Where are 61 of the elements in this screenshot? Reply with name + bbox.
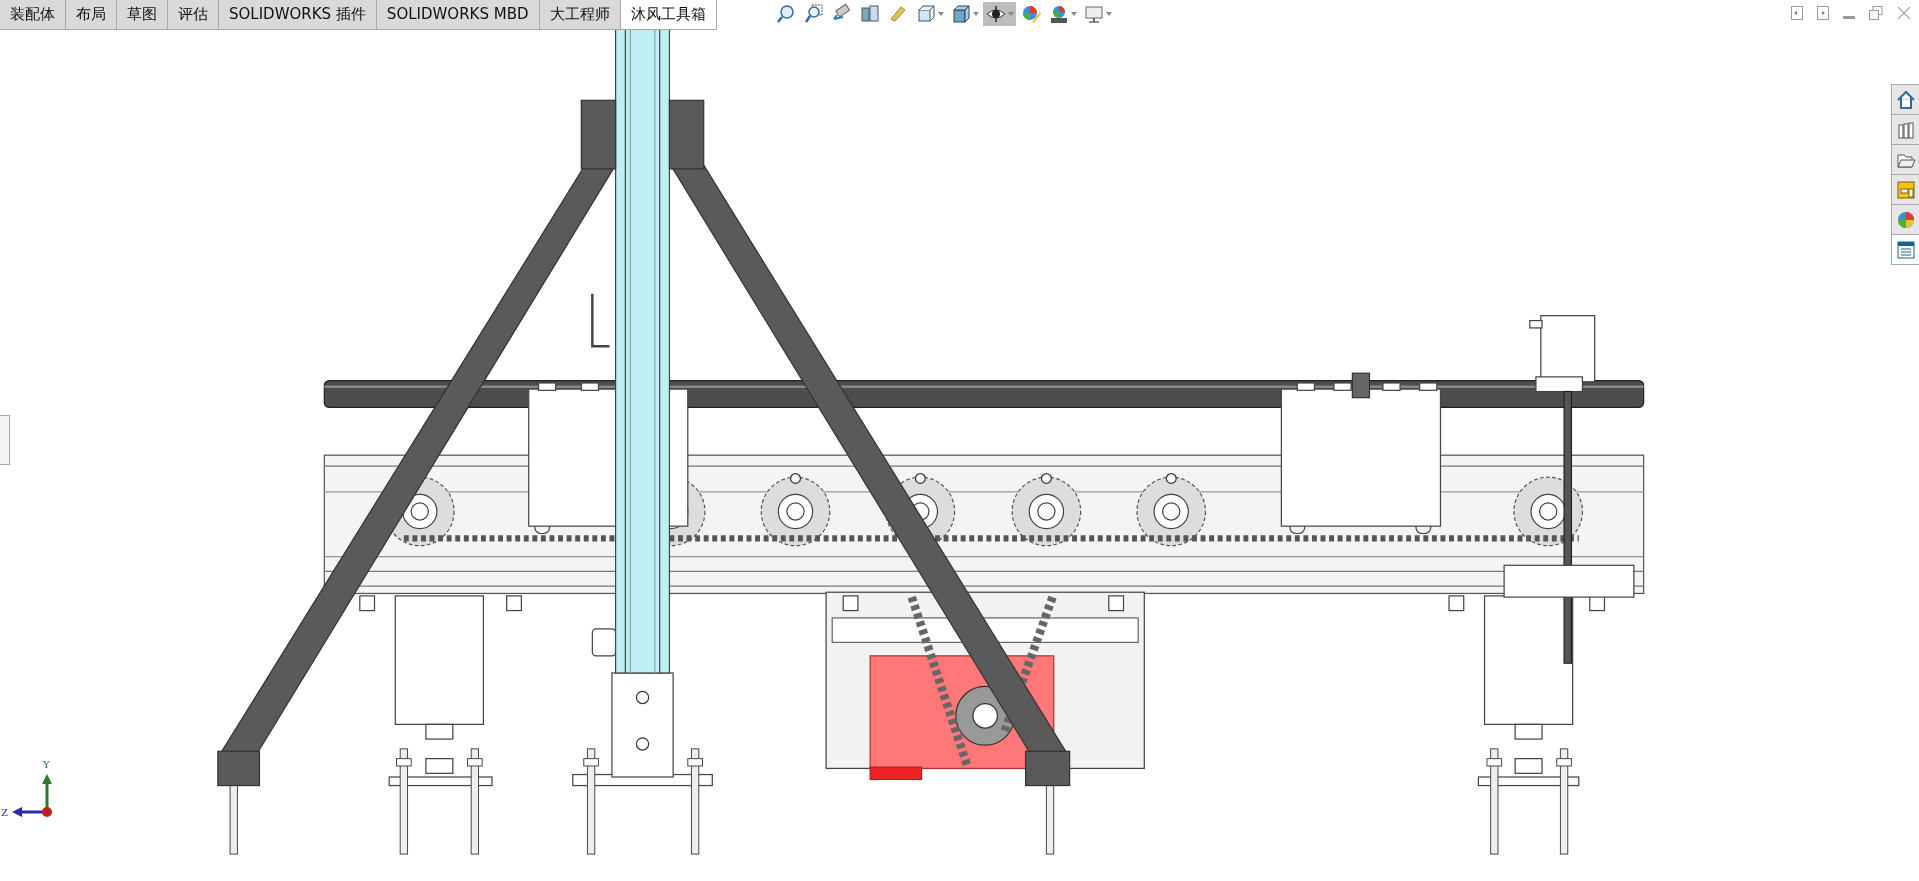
restore-icon[interactable] <box>1869 6 1883 20</box>
ribbon-tab[interactable]: 沐风工具箱 <box>620 0 717 30</box>
rail-clip <box>1333 382 1352 391</box>
sprocket <box>1011 476 1082 547</box>
color-ball-icon <box>1895 209 1916 230</box>
panel-handle[interactable] <box>0 415 10 465</box>
rail-clip <box>580 382 600 391</box>
rail-clip <box>1296 382 1316 391</box>
ribbon-tab[interactable]: 草图 <box>117 0 168 30</box>
leg-mount-block <box>580 99 617 170</box>
hex-nut <box>1448 595 1465 612</box>
axis-triad-icon <box>12 774 52 817</box>
hex-nut <box>359 595 376 612</box>
frame-hole <box>790 472 801 484</box>
caret-icon <box>1070 12 1077 16</box>
zoom-fit-icon <box>776 5 794 23</box>
sprocket <box>1136 476 1207 547</box>
zoom-area-icon <box>804 4 822 23</box>
close-icon[interactable] <box>1897 6 1911 20</box>
toolbar-button[interactable] <box>982 2 1016 26</box>
palette-grid-icon <box>1895 179 1916 200</box>
cube-icon <box>918 5 934 22</box>
caret-icon <box>972 12 979 16</box>
leg-foot <box>1025 750 1071 787</box>
hex-nut <box>1108 595 1125 612</box>
shaded-cube-icon <box>953 5 969 23</box>
ribbon-tab[interactable]: SOLIDWORKS MBD <box>376 0 540 30</box>
hex-nut <box>506 595 522 612</box>
hook-bracket <box>591 293 610 348</box>
ribbon-tab[interactable]: SOLIDWORKS 插件 <box>219 0 377 30</box>
home-icon <box>1895 89 1916 110</box>
eye-icon <box>986 5 1005 23</box>
monitor-icon <box>1085 6 1102 23</box>
caret-icon <box>1007 12 1014 16</box>
tile-left-icon[interactable] <box>1791 6 1803 20</box>
leg-mount-block <box>668 99 705 170</box>
frame-hole <box>1040 472 1052 484</box>
rail-clip <box>1382 382 1401 391</box>
hex-nut <box>842 595 859 612</box>
axis-label: Z <box>1 807 8 818</box>
ribbon-tab[interactable]: 大工程师 <box>539 0 621 30</box>
caret-icon <box>1105 12 1112 16</box>
frame-hole <box>1165 472 1177 484</box>
tile-right-icon[interactable] <box>1817 6 1829 20</box>
rail-clip <box>1419 382 1438 391</box>
ribbon-tab[interactable]: 布局 <box>66 0 117 30</box>
caret-icon <box>937 12 944 16</box>
rail-clip <box>537 382 557 391</box>
ribbon-tab[interactable]: 装配体 <box>0 0 66 30</box>
color-ball-icon <box>1022 6 1041 23</box>
custom-properties-button[interactable] <box>1892 235 1919 264</box>
rail-clamp <box>1351 372 1371 399</box>
sprocket <box>760 476 831 547</box>
scene-icon <box>1050 6 1067 23</box>
leg-foot <box>217 750 261 787</box>
books-icon <box>1895 119 1916 140</box>
list-icon <box>1895 239 1916 260</box>
section-view-icon <box>861 5 878 22</box>
axis-label: Y <box>43 759 50 771</box>
frame-hole <box>914 472 926 484</box>
ribbon-tab[interactable]: 评估 <box>168 0 219 30</box>
